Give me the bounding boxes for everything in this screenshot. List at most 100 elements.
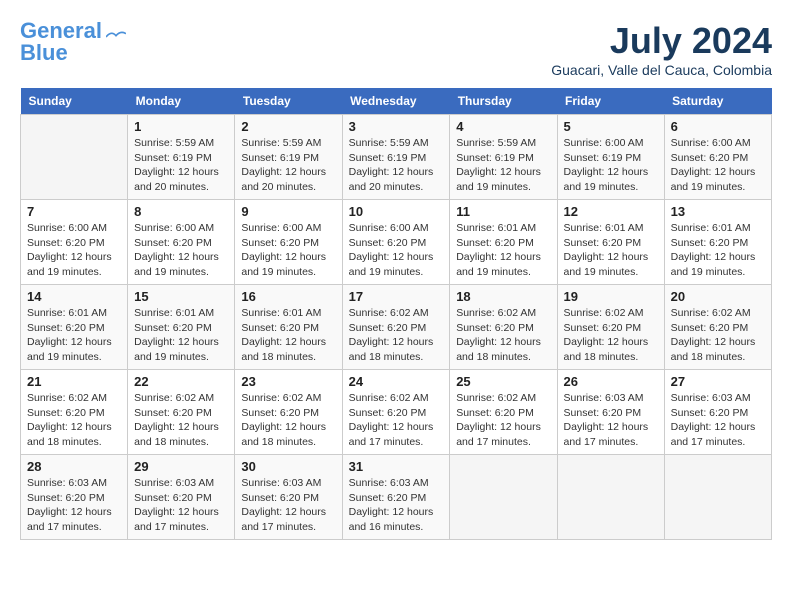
calendar-day-cell: 19 Sunrise: 6:02 AM Sunset: 6:20 PM Dayli… [557,285,664,370]
day-number: 12 [564,204,658,219]
calendar-day-cell: 21 Sunrise: 6:02 AM Sunset: 6:20 PM Dayli… [21,370,128,455]
weekday-header-thursday: Thursday [450,88,557,115]
day-info: Sunrise: 6:01 AM Sunset: 6:20 PM Dayligh… [456,221,550,280]
calendar-day-cell: 30 Sunrise: 6:03 AM Sunset: 6:20 PM Dayli… [235,455,342,540]
day-number: 27 [671,374,765,389]
day-info: Sunrise: 6:02 AM Sunset: 6:20 PM Dayligh… [241,391,335,450]
day-number: 28 [27,459,121,474]
day-number: 9 [241,204,335,219]
calendar-week-row: 21 Sunrise: 6:02 AM Sunset: 6:20 PM Dayli… [21,370,772,455]
day-number: 31 [349,459,444,474]
calendar-body: 1 Sunrise: 5:59 AM Sunset: 6:19 PM Daylig… [21,115,772,540]
day-info: Sunrise: 5:59 AM Sunset: 6:19 PM Dayligh… [349,136,444,195]
weekday-header-tuesday: Tuesday [235,88,342,115]
day-info: Sunrise: 6:00 AM Sunset: 6:20 PM Dayligh… [27,221,121,280]
day-number: 30 [241,459,335,474]
calendar-week-row: 7 Sunrise: 6:00 AM Sunset: 6:20 PM Daylig… [21,200,772,285]
day-number: 1 [134,119,228,134]
day-number: 18 [456,289,550,304]
day-info: Sunrise: 6:01 AM Sunset: 6:20 PM Dayligh… [241,306,335,365]
calendar-day-cell: 27 Sunrise: 6:03 AM Sunset: 6:20 PM Dayli… [664,370,771,455]
day-info: Sunrise: 6:00 AM Sunset: 6:20 PM Dayligh… [241,221,335,280]
calendar-day-cell: 26 Sunrise: 6:03 AM Sunset: 6:20 PM Dayli… [557,370,664,455]
day-info: Sunrise: 6:02 AM Sunset: 6:20 PM Dayligh… [456,306,550,365]
day-info: Sunrise: 6:02 AM Sunset: 6:20 PM Dayligh… [456,391,550,450]
day-number: 17 [349,289,444,304]
day-number: 20 [671,289,765,304]
page-header: GeneralBlue July 2024 Guacari, Valle del… [20,20,772,78]
title-area: July 2024 Guacari, Valle del Cauca, Colo… [551,20,772,78]
day-number: 7 [27,204,121,219]
calendar-day-cell [21,115,128,200]
day-info: Sunrise: 6:02 AM Sunset: 6:20 PM Dayligh… [349,391,444,450]
logo: GeneralBlue [20,20,126,64]
day-info: Sunrise: 6:03 AM Sunset: 6:20 PM Dayligh… [564,391,658,450]
day-number: 29 [134,459,228,474]
day-info: Sunrise: 5:59 AM Sunset: 6:19 PM Dayligh… [456,136,550,195]
weekday-header-wednesday: Wednesday [342,88,450,115]
calendar-day-cell: 12Sunrise: 6:01 AM Sunset: 6:20 PM Dayli… [557,200,664,285]
weekday-header-monday: Monday [128,88,235,115]
calendar-day-cell: 22 Sunrise: 6:02 AM Sunset: 6:20 PM Dayli… [128,370,235,455]
day-number: 21 [27,374,121,389]
day-number: 5 [564,119,658,134]
day-info: Sunrise: 6:00 AM Sunset: 6:20 PM Dayligh… [671,136,765,195]
day-info: Sunrise: 6:02 AM Sunset: 6:20 PM Dayligh… [134,391,228,450]
day-number: 2 [241,119,335,134]
day-number: 25 [456,374,550,389]
calendar-day-cell: 20 Sunrise: 6:02 AM Sunset: 6:20 PM Dayli… [664,285,771,370]
calendar-day-cell: 5 Sunrise: 6:00 AM Sunset: 6:19 PM Daylig… [557,115,664,200]
day-info: Sunrise: 5:59 AM Sunset: 6:19 PM Dayligh… [241,136,335,195]
day-info: Sunrise: 6:02 AM Sunset: 6:20 PM Dayligh… [564,306,658,365]
day-number: 14 [27,289,121,304]
calendar-day-cell [557,455,664,540]
logo-bird-icon [106,30,126,44]
day-number: 4 [456,119,550,134]
day-info: Sunrise: 6:00 AM Sunset: 6:20 PM Dayligh… [134,221,228,280]
calendar-day-cell: 10Sunrise: 6:00 AM Sunset: 6:20 PM Dayli… [342,200,450,285]
day-info: Sunrise: 6:03 AM Sunset: 6:20 PM Dayligh… [27,476,121,535]
calendar-day-cell: 2 Sunrise: 5:59 AM Sunset: 6:19 PM Daylig… [235,115,342,200]
day-info: Sunrise: 6:03 AM Sunset: 6:20 PM Dayligh… [134,476,228,535]
calendar-day-cell: 28 Sunrise: 6:03 AM Sunset: 6:20 PM Dayli… [21,455,128,540]
day-number: 13 [671,204,765,219]
weekday-header-saturday: Saturday [664,88,771,115]
calendar-day-cell: 16Sunrise: 6:01 AM Sunset: 6:20 PM Dayli… [235,285,342,370]
day-number: 26 [564,374,658,389]
day-info: Sunrise: 6:01 AM Sunset: 6:20 PM Dayligh… [671,221,765,280]
calendar-day-cell: 3Sunrise: 5:59 AM Sunset: 6:19 PM Daylig… [342,115,450,200]
day-number: 11 [456,204,550,219]
day-info: Sunrise: 6:03 AM Sunset: 6:20 PM Dayligh… [241,476,335,535]
weekday-header-friday: Friday [557,88,664,115]
calendar-week-row: 14 Sunrise: 6:01 AM Sunset: 6:20 PM Dayli… [21,285,772,370]
day-info: Sunrise: 6:00 AM Sunset: 6:19 PM Dayligh… [564,136,658,195]
calendar-day-cell: 11 Sunrise: 6:01 AM Sunset: 6:20 PM Dayli… [450,200,557,285]
day-info: Sunrise: 6:03 AM Sunset: 6:20 PM Dayligh… [349,476,444,535]
day-number: 6 [671,119,765,134]
day-number: 23 [241,374,335,389]
day-info: Sunrise: 5:59 AM Sunset: 6:19 PM Dayligh… [134,136,228,195]
calendar-header: SundayMondayTuesdayWednesdayThursdayFrid… [21,88,772,115]
day-number: 19 [564,289,658,304]
calendar-day-cell: 13 Sunrise: 6:01 AM Sunset: 6:20 PM Dayli… [664,200,771,285]
weekday-header-sunday: Sunday [21,88,128,115]
calendar-day-cell: 9 Sunrise: 6:00 AM Sunset: 6:20 PM Daylig… [235,200,342,285]
calendar-day-cell: 25 Sunrise: 6:02 AM Sunset: 6:20 PM Dayli… [450,370,557,455]
calendar-day-cell: 14Sunrise: 6:01 AM Sunset: 6:20 PM Dayli… [21,285,128,370]
calendar-day-cell: 24Sunrise: 6:02 AM Sunset: 6:20 PM Dayli… [342,370,450,455]
day-info: Sunrise: 6:03 AM Sunset: 6:20 PM Dayligh… [671,391,765,450]
day-info: Sunrise: 6:02 AM Sunset: 6:20 PM Dayligh… [349,306,444,365]
weekday-header-row: SundayMondayTuesdayWednesdayThursdayFrid… [21,88,772,115]
day-number: 22 [134,374,228,389]
calendar-day-cell: 6 Sunrise: 6:00 AM Sunset: 6:20 PM Daylig… [664,115,771,200]
location-title: Guacari, Valle del Cauca, Colombia [551,62,772,78]
day-info: Sunrise: 6:02 AM Sunset: 6:20 PM Dayligh… [27,391,121,450]
calendar-table: SundayMondayTuesdayWednesdayThursdayFrid… [20,88,772,540]
calendar-day-cell [450,455,557,540]
logo-text: GeneralBlue [20,20,102,64]
day-info: Sunrise: 6:02 AM Sunset: 6:20 PM Dayligh… [671,306,765,365]
calendar-day-cell: 4 Sunrise: 5:59 AM Sunset: 6:19 PM Daylig… [450,115,557,200]
calendar-day-cell: 1 Sunrise: 5:59 AM Sunset: 6:19 PM Daylig… [128,115,235,200]
day-number: 8 [134,204,228,219]
day-info: Sunrise: 6:01 AM Sunset: 6:20 PM Dayligh… [134,306,228,365]
